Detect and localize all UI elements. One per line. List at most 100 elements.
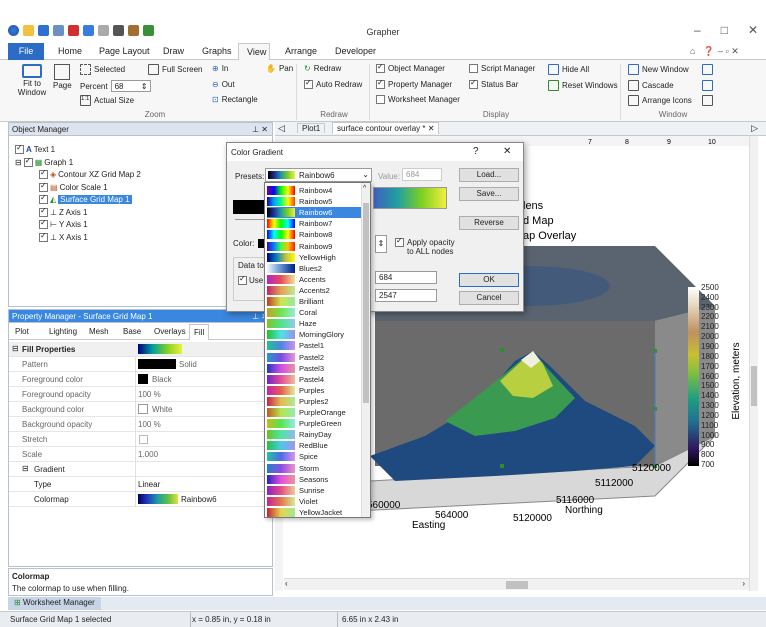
preset-item[interactable]: Rainbow6	[267, 207, 361, 219]
spinner-icon[interactable]: ⇕	[141, 81, 148, 92]
tree-item-x-axis[interactable]: ⊥X Axis 1	[39, 231, 88, 242]
tab-page-layout[interactable]: Page Layout	[99, 46, 150, 56]
prop-row-colormap[interactable]: Colormap Rainbow6	[9, 492, 272, 507]
cancel-button[interactable]: Cancel	[459, 291, 519, 305]
collapse-icon[interactable]: ⊟	[22, 464, 29, 473]
scroll-right-icon[interactable]: ›	[742, 579, 745, 588]
collapse-icon[interactable]: ⊟	[12, 344, 19, 353]
reset-windows-button[interactable]: Reset Windows	[548, 80, 618, 91]
save-button[interactable]: Save...	[459, 187, 519, 201]
scroll-thumb[interactable]	[506, 581, 528, 589]
status-bar-toggle[interactable]: Status Bar	[469, 78, 518, 89]
visibility-checkbox[interactable]	[39, 181, 48, 192]
actual-size-button[interactable]: 1:1 Actual Size	[80, 95, 134, 106]
tree-item-y-axis[interactable]: ⊢Y Axis 1	[39, 218, 88, 229]
preset-item[interactable]: Coral	[267, 307, 361, 318]
tree-item-surface-map[interactable]: ◭Surface Grid Map 1	[39, 193, 132, 204]
tab-overlays[interactable]: Overlays	[154, 327, 186, 336]
script-manager-checkbox[interactable]	[469, 64, 478, 73]
scroll-left-icon[interactable]: ‹	[285, 579, 288, 588]
zoom-out-button[interactable]: ⊖ Out	[212, 80, 235, 89]
scroll-thumb[interactable]	[363, 203, 369, 403]
collapse-icon[interactable]: ⊟	[15, 158, 22, 167]
selection-handle[interactable]	[500, 464, 504, 468]
preset-item[interactable]: MorningGlory	[267, 329, 361, 340]
preset-item[interactable]: Sunrise	[267, 485, 361, 496]
dialog-help-icon[interactable]: ?	[473, 146, 479, 157]
help-icon[interactable]: ❓	[703, 46, 714, 57]
value-field[interactable]: 684	[402, 168, 442, 181]
preset-item[interactable]: Rainbow5	[267, 196, 361, 207]
dialog-close-icon[interactable]: ✕	[503, 146, 511, 157]
tree-item-graph-1[interactable]: ⊟▦Graph 1	[15, 156, 73, 167]
tab-view[interactable]: View	[238, 43, 270, 61]
vertical-scrollbar[interactable]	[749, 136, 758, 591]
preset-item[interactable]: Pastel3	[267, 363, 361, 374]
max-value-field[interactable]: 2547	[375, 289, 437, 302]
visibility-checkbox[interactable]	[15, 143, 24, 154]
preset-item[interactable]: Rainbow7	[267, 218, 361, 229]
color-scale-bar[interactable]	[688, 287, 699, 466]
doc-tab-plot1[interactable]: Plot1	[297, 123, 326, 133]
minimize-icon[interactable]: –	[694, 23, 701, 37]
visibility-checkbox[interactable]	[39, 231, 48, 242]
panel-pin-close-icon[interactable]: ⊥ ✕	[252, 123, 268, 136]
preset-item[interactable]: Rainbow9	[267, 241, 361, 252]
auto-redraw-toggle[interactable]: Auto Redraw	[304, 78, 362, 89]
gradient-preview[interactable]	[373, 187, 447, 209]
apply-opacity-checkbox[interactable]	[395, 236, 404, 247]
status-bar-checkbox[interactable]	[469, 78, 478, 89]
apply-opacity-toggle[interactable]: Apply opacity to ALL nodes	[395, 236, 459, 256]
opacity-spinner[interactable]: ⇕	[375, 235, 387, 253]
arrange-icons-button[interactable]: Arrange Icons	[628, 95, 692, 106]
tree-item-text-1[interactable]: AText 1	[15, 143, 55, 154]
tree-item-z-axis[interactable]: ⊥Z Axis 1	[39, 206, 87, 217]
prop-row-scale[interactable]: Scale 1.000	[9, 447, 272, 462]
prop-row-type[interactable]: Type Linear	[9, 477, 272, 492]
prop-row-background-opacity[interactable]: Background opacity 100 %	[9, 417, 272, 432]
preset-item[interactable]: Accents2	[267, 285, 361, 296]
page-button[interactable]: Page	[53, 64, 72, 90]
load-button[interactable]: Load...	[459, 168, 519, 182]
presets-dropdown-list[interactable]: Rainbow4 Rainbow5 Rainbow6 Rainbow7 Rainbow8…	[264, 182, 371, 518]
scroll-up-icon[interactable]: ^	[363, 185, 366, 192]
prop-row-foreground-color[interactable]: Foreground color Black	[9, 372, 272, 387]
presets-dropdown[interactable]: Rainbow6 ⌄	[265, 168, 372, 182]
prop-row-background-color[interactable]: Background color White	[9, 402, 272, 417]
ok-button[interactable]: OK	[459, 273, 519, 287]
worksheet-manager-checkbox[interactable]	[376, 95, 385, 104]
visibility-checkbox[interactable]	[39, 206, 48, 217]
preset-item[interactable]: Haze	[267, 318, 361, 329]
prop-row-pattern[interactable]: Pattern Solid	[9, 357, 272, 372]
preset-item[interactable]: Storm	[267, 463, 361, 474]
preset-item[interactable]: Spice	[267, 451, 361, 462]
preset-item[interactable]: Accents	[267, 274, 361, 285]
fill-properties-section[interactable]: ⊟ Fill Properties	[9, 342, 272, 357]
horizontal-scrollbar[interactable]: ‹ ›	[284, 578, 749, 590]
preset-item[interactable]: Pastel1	[267, 340, 361, 351]
prop-row-gradient[interactable]: ⊟ Gradient	[9, 462, 272, 477]
zoom-in-button[interactable]: ⊕ In	[212, 64, 228, 73]
worksheet-manager-toggle[interactable]: Worksheet Manager	[376, 95, 460, 104]
preset-item[interactable]: Purples	[267, 385, 361, 396]
use-data-toggle[interactable]: Use	[238, 274, 263, 285]
reverse-button[interactable]: Reverse	[459, 216, 519, 230]
cascade-button[interactable]: Cascade	[628, 80, 674, 91]
tab-file[interactable]: File	[8, 43, 44, 60]
worksheet-manager-tab[interactable]: ⊞ Worksheet Manager	[8, 597, 101, 610]
preset-item[interactable]: RainyDay	[267, 429, 361, 440]
dropdown-scrollbar[interactable]: ^	[361, 183, 370, 517]
property-manager-checkbox[interactable]	[376, 78, 385, 89]
doc-window-controls-icon[interactable]: – ▫ ✕	[718, 46, 739, 57]
fit-to-window-button[interactable]: Fit to Window	[14, 64, 50, 97]
preset-item[interactable]: YellowJacket	[267, 507, 361, 517]
visibility-checkbox[interactable]	[23, 156, 33, 167]
tab-plot[interactable]: Plot	[15, 327, 29, 336]
preset-item[interactable]: YellowHigh	[267, 252, 361, 263]
scroll-thumb[interactable]	[751, 366, 757, 406]
tile-vertical-button[interactable]	[702, 80, 713, 91]
use-data-checkbox[interactable]	[238, 274, 247, 285]
ribbon-collapse-icon[interactable]: ⌂	[690, 46, 695, 56]
gradient-node-strip[interactable]	[233, 200, 267, 214]
zoom-percent-input[interactable]: 68 ⇕	[110, 80, 151, 92]
